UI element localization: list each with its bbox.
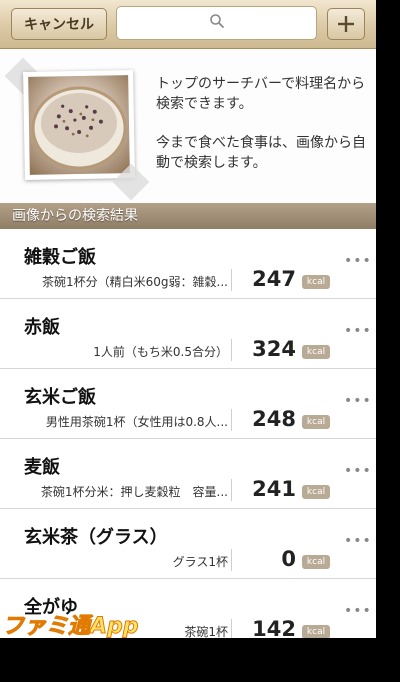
kcal-badge: kcal (302, 625, 330, 638)
portion-text: 茶碗1杯分米：押し麦穀粒 容量... (40, 485, 228, 499)
food-name: 玄米茶（グラス） (24, 527, 168, 548)
watermark-logo: ファミ通App (2, 614, 140, 639)
result-row[interactable]: 玄米茶（グラス） グラス1杯 0 kcal ••• (0, 509, 376, 579)
divider (231, 409, 232, 431)
more-options-icon[interactable]: ••• (344, 533, 372, 549)
kcal-badge: kcal (302, 555, 330, 569)
divider (231, 269, 232, 291)
kcal-badge: kcal (302, 415, 330, 429)
info-text-auto: 今まで食べた食事は、画像から自動で検索します。 (156, 135, 366, 171)
app-screen: キャンセル トップのサーチバーで料理名から検索できます。 今まで食べた食事は、画… (0, 0, 376, 638)
calorie-value: 324 (252, 337, 296, 361)
calorie-value: 142 (252, 617, 296, 638)
calorie-value: 0 (281, 547, 296, 571)
kcal-badge: kcal (302, 345, 330, 359)
portion-text: 茶碗1杯分（精白米60g弱：雑穀... (42, 275, 228, 289)
more-options-icon[interactable]: ••• (344, 463, 372, 479)
calorie-value: 241 (252, 477, 296, 501)
kcal-badge: kcal (302, 275, 330, 289)
more-options-icon[interactable]: ••• (344, 253, 372, 269)
more-options-icon[interactable]: ••• (344, 393, 372, 409)
portion-text: 茶碗1杯 (184, 625, 228, 638)
result-row[interactable]: 赤飯 1人前（もち米0.5合分） 324 kcal ••• (0, 299, 376, 369)
portion-text: 1人前（もち米0.5合分） (93, 345, 228, 359)
cancel-button[interactable]: キャンセル (11, 8, 107, 40)
meal-photo (23, 70, 135, 180)
search-icon (209, 13, 225, 33)
result-row[interactable]: 麦飯 茶碗1杯分米：押し麦穀粒 容量... 241 kcal ••• (0, 439, 376, 509)
more-options-icon[interactable]: ••• (344, 603, 372, 619)
navigation-bar: キャンセル (0, 0, 376, 49)
info-text-search: トップのサーチバーで料理名から検索できます。 (156, 76, 366, 112)
plus-icon (336, 14, 356, 34)
food-name: 雑穀ご飯 (24, 247, 96, 268)
info-panel: トップのサーチバーで料理名から検索できます。 今まで食べた食事は、画像から自動で… (0, 49, 376, 202)
food-name: 麦飯 (24, 457, 60, 478)
divider (231, 619, 232, 638)
portion-text: グラス1杯 (172, 555, 228, 569)
food-name: 玄米ご飯 (24, 387, 96, 408)
calorie-value: 247 (252, 267, 296, 291)
divider (231, 479, 232, 501)
calorie-value: 248 (252, 407, 296, 431)
results-list: 雑穀ご飯 茶碗1杯分（精白米60g弱：雑穀... 247 kcal ••• 赤飯… (0, 229, 376, 638)
section-header: 画像からの検索結果 (0, 203, 376, 229)
result-row[interactable]: 玄米ご飯 男性用茶碗1杯（女性用は0.8人... 248 kcal ••• (0, 369, 376, 439)
food-name: 赤飯 (24, 317, 60, 338)
more-options-icon[interactable]: ••• (344, 323, 372, 339)
add-button[interactable] (327, 8, 365, 40)
divider (231, 339, 232, 361)
search-bar[interactable] (116, 6, 317, 40)
divider (231, 549, 232, 571)
result-row[interactable]: 雑穀ご飯 茶碗1杯分（精白米60g弱：雑穀... 247 kcal ••• (0, 229, 376, 299)
portion-text: 男性用茶碗1杯（女性用は0.8人... (45, 415, 228, 429)
kcal-badge: kcal (302, 485, 330, 499)
